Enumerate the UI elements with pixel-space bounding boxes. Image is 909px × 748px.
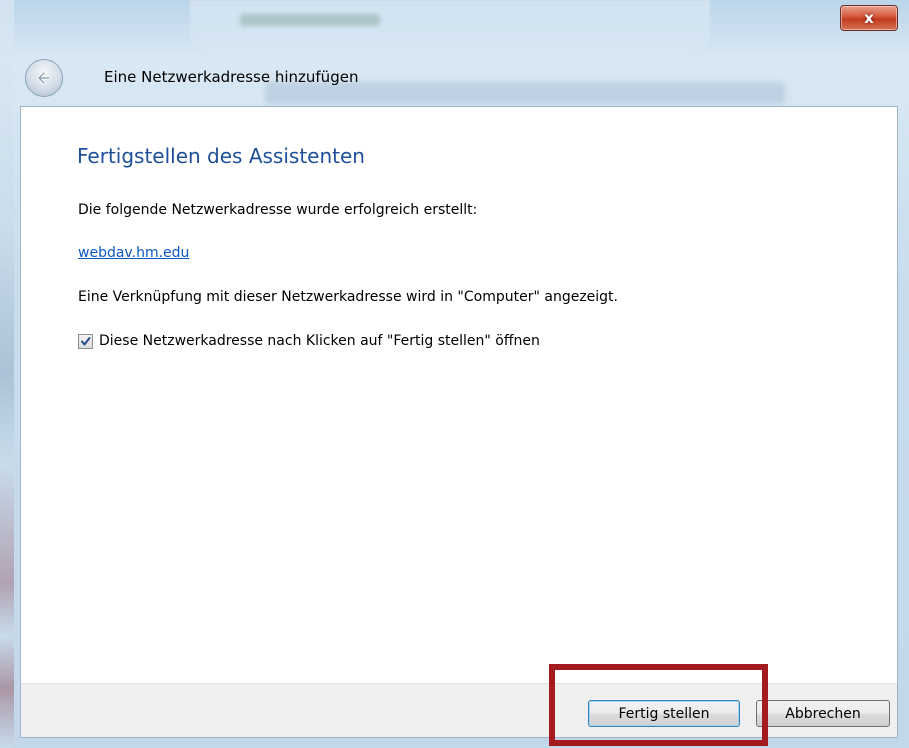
wizard-title: Eine Netzwerkadresse hinzufügen [104,68,359,86]
wizard-content: Fertigstellen des Assistenten Die folgen… [20,106,898,683]
page-heading: Fertigstellen des Assistenten [77,144,365,168]
wizard-footer: Fertig stellen Abbrechen [20,683,898,738]
back-button[interactable] [25,59,63,97]
background-edge [0,0,14,748]
close-button[interactable]: x [840,5,898,31]
back-arrow-icon [37,71,51,85]
open-address-checkbox-label: Diese Netzwerkadresse nach Klicken auf "… [99,333,540,349]
open-address-checkbox-row[interactable]: Diese Netzwerkadresse nach Klicken auf "… [78,333,540,349]
shortcut-info-text: Eine Verknüpfung mit dieser Netzwerkadre… [78,289,618,305]
network-address-link[interactable]: webdav.hm.edu [78,245,189,261]
finish-button[interactable]: Fertig stellen [588,700,740,727]
cancel-button[interactable]: Abbrechen [756,700,890,727]
background-window-ghost-title [240,14,380,26]
background-window-ghost [190,0,710,52]
success-text: Die folgende Netzwerkadresse wurde erfol… [78,202,478,218]
open-address-checkbox[interactable] [78,333,93,349]
check-mark-icon [81,336,91,345]
close-icon: x [864,9,874,27]
